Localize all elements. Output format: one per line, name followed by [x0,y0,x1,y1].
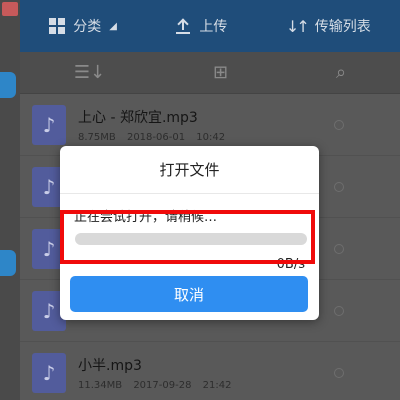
dialog-message: 正在尝试打开，请稍候… [74,210,218,225]
dialog-title: 打开文件 [60,146,319,194]
transfer-speed: 0B/s [276,257,305,272]
open-file-dialog: 打开文件 正在尝试打开，请稍候… 0B/s 取消 [60,146,319,320]
cancel-button[interactable]: 取消 [70,276,308,312]
progress-bar [75,233,307,245]
modal-overlay: 打开文件 正在尝试打开，请稍候… 0B/s 取消 [0,0,400,400]
